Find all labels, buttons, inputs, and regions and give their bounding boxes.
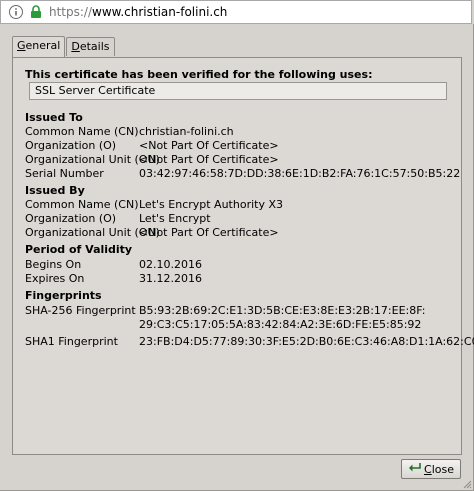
general-panel: This certificate has been verified for t… <box>12 57 474 455</box>
tab-general[interactable]: General <box>12 36 66 57</box>
field-label: Serial Number <box>25 167 104 180</box>
certificate-viewer-dialog: General Details This certificate has bee… <box>0 24 474 491</box>
tab-details-rest: etails <box>79 40 110 53</box>
field-value: Let's Encrypt Authority X3 <box>139 198 284 211</box>
verified-uses-heading: This certificate has been verified for t… <box>25 68 373 81</box>
close-mnemonic: C <box>424 462 432 476</box>
validity-heading: Period of Validity <box>25 243 133 256</box>
close-rest: lose <box>431 462 454 476</box>
field-label: Organization (O) <box>25 212 117 225</box>
url-scheme: https:// <box>49 5 93 19</box>
field-label: SHA-256 Fingerprint <box>25 304 136 317</box>
close-arrow-icon <box>408 462 421 476</box>
field-value: Let's Encrypt <box>139 212 211 225</box>
lock-icon[interactable] <box>29 4 43 20</box>
field-value: 03:42:97:46:58:7D:DD:38:6E:1D:B2:FA:76:1… <box>139 167 461 180</box>
tab-details[interactable]: Details <box>66 37 115 56</box>
field-label: Expires On <box>25 272 85 285</box>
url-host: www.christian-folini.ch <box>92 5 228 19</box>
field-label: Organizational Unit (OU) <box>25 226 160 239</box>
field-label: Common Name (CN) <box>25 125 139 138</box>
field-label: SHA1 Fingerprint <box>25 335 118 348</box>
url-text[interactable]: https://www.christian-folini.ch <box>49 5 227 19</box>
field-value: 02.10.2016 <box>139 258 202 271</box>
issued-by-heading: Issued By <box>25 184 85 197</box>
field-value: christian-folini.ch <box>139 125 234 138</box>
tab-general-mnemonic: G <box>17 39 26 52</box>
field-label: Begins On <box>25 258 82 271</box>
fingerprints-heading: Fingerprints <box>25 289 102 302</box>
uses-list[interactable]: SSL Server Certificate <box>29 82 447 100</box>
sha256-value-line1: B5:93:2B:69:2C:E1:3D:5B:CE:E3:8E:E3:2B:1… <box>139 304 426 317</box>
sha256-value-line2: 29:C3:C5:17:05:5A:83:42:84:A2:3E:6D:FE:E… <box>139 318 422 331</box>
info-icon[interactable] <box>8 4 24 20</box>
tab-general-rest: eneral <box>25 39 61 52</box>
resize-grip-icon[interactable] <box>462 479 472 489</box>
issued-to-heading: Issued To <box>25 111 83 124</box>
field-value: 31.12.2016 <box>139 272 202 285</box>
field-label: Organizational Unit (OU) <box>25 153 160 166</box>
field-value: <Not Part Of Certificate> <box>139 153 279 166</box>
tab-bar: General Details <box>12 36 115 58</box>
field-value: <Not Part Of Certificate> <box>139 226 279 239</box>
field-label: Common Name (CN) <box>25 198 139 211</box>
tab-details-mnemonic: D <box>71 40 80 53</box>
url-bar[interactable]: https://www.christian-folini.ch <box>0 0 472 24</box>
field-value: 23:FB:D4:D5:77:89:30:3F:E5:2D:B0:6E:C3:4… <box>139 335 474 348</box>
field-value: <Not Part Of Certificate> <box>139 139 279 152</box>
field-label: Organization (O) <box>25 139 117 152</box>
close-button-label: Close <box>424 463 454 476</box>
close-button[interactable]: Close <box>401 459 461 479</box>
